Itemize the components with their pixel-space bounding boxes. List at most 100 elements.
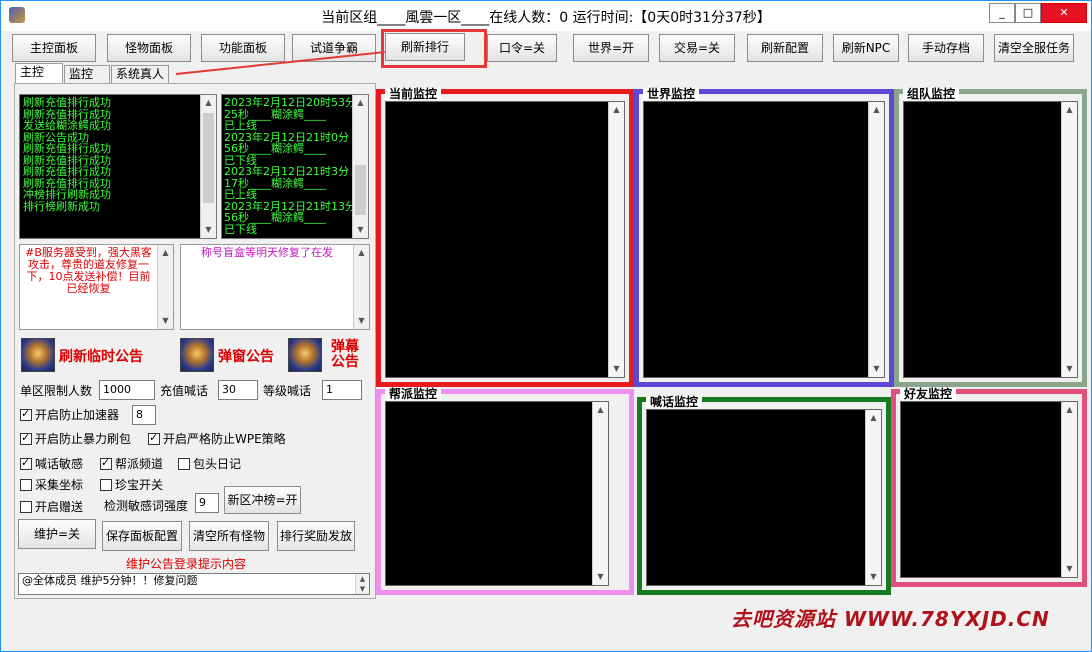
scrollbar[interactable]: ▲ ▼ — [608, 102, 624, 377]
scroll-down-icon[interactable]: ▼ — [869, 361, 884, 377]
scrollbar[interactable]: ▲ ▼ — [352, 95, 368, 238]
monitor-screen[interactable]: ▲ ▼ — [385, 401, 609, 586]
clear-server-tasks-button[interactable]: 清空全服任务 — [994, 34, 1074, 62]
scrollbar[interactable]: ▲ ▼ — [592, 402, 608, 585]
monitor-screen[interactable]: ▲ ▼ — [385, 101, 625, 378]
monitor-screen[interactable]: ▲ ▼ — [903, 101, 1078, 378]
level-input[interactable]: 1 — [322, 380, 362, 400]
tab-monitor[interactable]: 监控 — [64, 65, 110, 83]
checkbox-label: 喊话敏感 — [35, 457, 84, 471]
refresh-npc-button[interactable]: 刷新NPC — [833, 34, 899, 62]
checkbox-label: 开启防止加速器 — [35, 408, 120, 422]
scrollbar[interactable]: ▲ ▼ — [157, 245, 173, 329]
scroll-down-icon[interactable]: ▼ — [356, 584, 369, 594]
scroll-up-icon[interactable]: ▲ — [201, 95, 216, 111]
detect-input[interactable]: 9 — [195, 493, 219, 513]
scrollbar[interactable]: ▲ ▼ — [353, 245, 369, 329]
ranking-reward-button[interactable]: 排行奖励发放 — [277, 521, 355, 551]
scroll-down-icon[interactable]: ▼ — [1062, 361, 1077, 377]
world-toggle-button[interactable]: 世界=开 — [573, 34, 649, 62]
limit-input[interactable]: 1000 — [99, 380, 155, 400]
scrollbar[interactable]: ▲ ▼ — [1061, 102, 1077, 377]
operation-log[interactable]: 刷新充值排行成功 刷新充值排行成功 发送给糊涂鳄成功 刷新公告成功 刷新充值排行… — [19, 94, 217, 239]
minimize-button[interactable]: _ — [989, 3, 1015, 23]
scroll-up-icon[interactable]: ▲ — [354, 245, 369, 261]
scroll-up-icon[interactable]: ▲ — [158, 245, 173, 261]
checkbox-icon — [100, 456, 112, 470]
scroll-down-icon[interactable]: ▼ — [1062, 561, 1077, 577]
scroll-down-icon[interactable]: ▼ — [201, 222, 216, 238]
scrollbar[interactable]: ▲ ▼ — [868, 102, 884, 377]
monitor-caption: 好友监控 — [900, 388, 957, 400]
collect-coords-checkbox[interactable]: 采集坐标 — [20, 476, 83, 493]
scroll-down-icon[interactable]: ▼ — [354, 313, 369, 329]
scrollbar[interactable]: ▲ ▼ — [865, 410, 881, 585]
refresh-config-button[interactable]: 刷新配置 — [747, 34, 823, 62]
scroll-up-icon[interactable]: ▲ — [1062, 402, 1077, 418]
danmaku-notice-button[interactable]: 弹幕公告 — [288, 338, 372, 372]
monitor-screen[interactable]: ▲ ▼ — [643, 101, 885, 378]
head-diary-checkbox[interactable]: 包头日记 — [178, 455, 241, 472]
scroll-up-icon[interactable]: ▲ — [609, 102, 624, 118]
scroll-up-icon[interactable]: ▲ — [593, 402, 608, 418]
scroll-up-icon[interactable]: ▲ — [866, 410, 881, 426]
checkbox-label: 包头日记 — [193, 457, 242, 471]
scroll-thumb[interactable] — [203, 113, 214, 203]
temp-notice-textbox[interactable]: #B服务器受到，强大黑客攻击，尊贵的道友修复一下，10点发送补偿！目前已经恢复 … — [19, 244, 174, 330]
checkbox-label: 采集坐标 — [35, 478, 84, 492]
main-panel-button[interactable]: 主控面板 — [12, 34, 96, 62]
maximize-button[interactable]: □ — [1015, 3, 1041, 23]
scroll-down-icon[interactable]: ▼ — [593, 569, 608, 585]
trade-toggle-button[interactable]: 交易=关 — [659, 34, 735, 62]
speed-hack-checkbox[interactable]: 开启防止加速器 — [20, 406, 119, 423]
scroll-up-icon[interactable]: ▲ — [869, 102, 884, 118]
limit-label: 单区限制人数 — [20, 384, 93, 398]
wpe-checkbox[interactable]: 开启严格防止WPE策略 — [148, 430, 286, 447]
log-line: 刷新充值排行成功 — [23, 96, 111, 109]
maintenance-message-input[interactable]: @全体成员 维护5分钟！！修复问题 ▲ ▼ — [18, 573, 370, 595]
scrollbar[interactable]: ▲ ▼ — [200, 95, 216, 238]
new-zone-ranking-button[interactable]: 新区冲榜=开 — [224, 486, 301, 514]
scroll-down-icon[interactable]: ▼ — [158, 313, 173, 329]
maintenance-hint-label: 维护公告登录提示内容 — [126, 557, 247, 571]
scrollbar[interactable]: ▲ ▼ — [1061, 402, 1077, 577]
popup-notice-text: 称号盲盒等明天修复了在发 — [201, 246, 333, 259]
function-panel-button[interactable]: 功能面板 — [201, 34, 285, 62]
guild-channel-checkbox[interactable]: 帮派频道 — [100, 455, 163, 472]
banner-label: 弹窗公告 — [218, 349, 274, 365]
checkbox-icon — [148, 431, 160, 445]
treasure-checkbox[interactable]: 珍宝开关 — [100, 476, 163, 493]
scroll-down-icon[interactable]: ▼ — [866, 569, 881, 585]
popup-notice-textbox[interactable]: 称号盲盒等明天修复了在发 ▲ ▼ — [180, 244, 370, 330]
save-panel-config-button[interactable]: 保存面板配置 — [102, 521, 182, 551]
close-button[interactable]: ✕ — [1041, 3, 1087, 23]
checkbox-icon — [20, 479, 32, 491]
checkbox-icon — [20, 456, 32, 470]
recharge-input[interactable]: 30 — [218, 380, 258, 400]
scrollbar[interactable]: ▲ ▼ — [355, 574, 369, 594]
scroll-up-icon[interactable]: ▲ — [1062, 102, 1077, 118]
tab-system-real[interactable]: 系统真人 — [111, 65, 169, 83]
manual-save-button[interactable]: 手动存档 — [908, 34, 984, 62]
login-log[interactable]: 2023年2月12日20时53分 25秒____糊涂鳄____ 已上线 2023… — [221, 94, 369, 239]
popup-notice-button[interactable]: 弹窗公告 — [180, 338, 282, 372]
monster-panel-button[interactable]: 怪物面板 — [107, 34, 191, 62]
monitor-screen[interactable]: ▲ ▼ — [646, 409, 882, 586]
brute-force-checkbox[interactable]: 开启防止暴力刷包 — [20, 430, 131, 447]
speed-hack-input[interactable]: 8 — [132, 405, 156, 425]
monitor-screen[interactable]: ▲ ▼ — [900, 401, 1078, 578]
clear-monsters-button[interactable]: 清空所有怪物 — [189, 521, 269, 551]
refresh-temp-notice-button[interactable]: 刷新临时公告 — [21, 338, 166, 372]
maintenance-toggle-button[interactable]: 维护=关 — [18, 519, 96, 549]
scroll-up-icon[interactable]: ▲ — [353, 95, 368, 111]
sensitive-checkbox[interactable]: 喊话敏感 — [20, 455, 83, 472]
gift-checkbox[interactable]: 开启赠送 — [20, 498, 83, 515]
tab-main-control[interactable]: 主控 — [15, 63, 63, 83]
window-title: 当前区组____風雲一区____在线人数：0 运行时间:【0天0时31分37秒】 — [321, 10, 771, 26]
scroll-up-icon[interactable]: ▲ — [356, 574, 369, 584]
checkbox-icon — [178, 458, 190, 470]
password-toggle-button[interactable]: 口令=关 — [487, 34, 557, 62]
scroll-down-icon[interactable]: ▼ — [353, 222, 368, 238]
scroll-thumb[interactable] — [355, 165, 366, 215]
scroll-down-icon[interactable]: ▼ — [609, 361, 624, 377]
